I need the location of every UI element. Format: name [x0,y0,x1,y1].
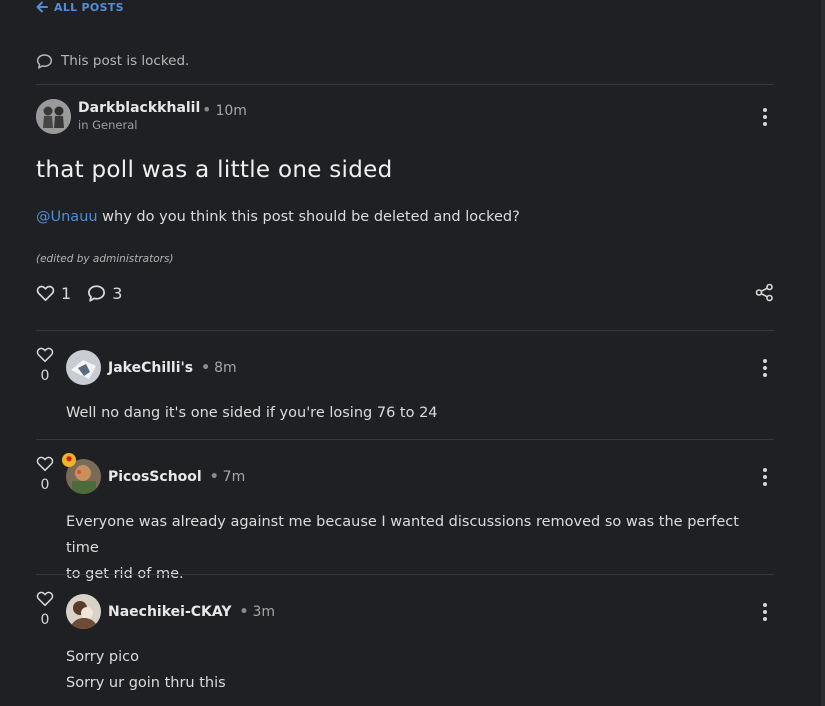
avatar[interactable] [66,350,101,385]
locked-notice: This post is locked. [36,52,189,70]
reply-like-button[interactable] [36,346,54,367]
reply-time: 8m [214,360,237,376]
reply-author[interactable]: PicosSchool [108,469,202,485]
divider [36,574,774,575]
category-link[interactable]: General [92,118,137,132]
reply-time: 3m [252,604,276,620]
comment-count: 3 [112,283,123,303]
post-header: Darkblackkhalil • 10m in General [36,99,774,135]
reply-header: JakeChilli's • 8m [108,360,237,376]
avatar[interactable] [36,99,71,134]
reply-like-button[interactable] [36,455,54,476]
comment-bubble-icon [36,53,53,69]
reply-time: 7m [222,469,246,485]
window-edge [821,0,825,706]
reply-menu-icon[interactable] [756,602,774,622]
post-category-line: in General [78,118,137,132]
reply-line: Sorry pico [66,649,140,665]
post-menu-icon[interactable] [756,107,774,127]
reply-item: 0 ✸ PicosSchool • 7m Everyone was already … [36,453,774,582]
divider [36,439,774,440]
reply-like-button[interactable] [36,590,54,611]
post-actions: 1 3 [36,282,138,304]
comment-bubble-icon [88,284,106,302]
post-time: 10m [215,103,247,119]
reply-header: Naechikei-CKAY • 3m [108,604,275,620]
locked-text: This post is locked. [61,53,190,69]
reply-text: Sorry pico Sorry ur goin thru this [66,644,774,696]
divider [36,330,774,331]
meta-separator: • [201,360,211,376]
reply-menu-icon[interactable] [756,467,774,487]
post-body-text: why do you think this post should be del… [97,209,520,225]
reply-like-count: 0 [40,368,50,384]
like-count: 1 [61,283,72,303]
reply-author[interactable]: JakeChilli's [108,360,193,376]
reply-text: Everyone was already against me because … [66,509,774,587]
reply-item: 0 JakeChilli's • 8m Well no dang it's one … [36,346,774,439]
reply-like-count: 0 [40,612,50,628]
user-badge-icon: ✸ [62,453,76,467]
avatar-image [36,99,71,134]
divider [36,84,774,85]
meta-separator: • [239,604,249,620]
reply-header: PicosSchool • 7m [108,469,245,485]
post-title: that poll was a little one sided [36,157,393,183]
post-body: @Unauu why do you think this post should… [36,209,520,225]
share-icon [755,283,773,302]
avatar[interactable] [66,594,101,629]
meta-separator: • [209,469,219,485]
heart-icon [36,347,54,363]
avatar-image [66,350,101,385]
category-prefix: in [78,118,89,132]
meta-separator: • [202,100,212,119]
reply-like-count: 0 [40,477,50,493]
heart-icon [36,285,55,302]
all-posts-link[interactable]: ALL POSTS [36,0,124,14]
reply-line: Everyone was already against me because … [66,514,739,556]
reply-author[interactable]: Naechikei-CKAY [108,604,232,620]
reply-item: 0 Naechikei-CKAY • 3m Sorry pico Sorry ur … [36,590,774,706]
post-author[interactable]: Darkblackkhalil [78,100,200,116]
avatar-image [66,594,101,629]
share-button[interactable] [754,282,775,307]
like-button[interactable]: 1 [36,284,71,303]
arrow-left-icon [36,1,48,13]
heart-icon [36,591,54,607]
reply-menu-icon[interactable] [756,358,774,378]
reply-line: Sorry ur goin thru this [66,675,226,691]
reply-text: Well no dang it's one sided if you're lo… [66,400,774,426]
user-mention[interactable]: @Unauu [36,209,98,225]
comments-button[interactable]: 3 [87,284,122,303]
heart-icon [36,456,54,472]
all-posts-label: ALL POSTS [54,0,124,14]
post-meta: • 10m [198,100,247,119]
reply-line: Well no dang it's one sided if you're lo… [66,405,438,421]
edited-note: (edited by administrators) [36,253,174,265]
